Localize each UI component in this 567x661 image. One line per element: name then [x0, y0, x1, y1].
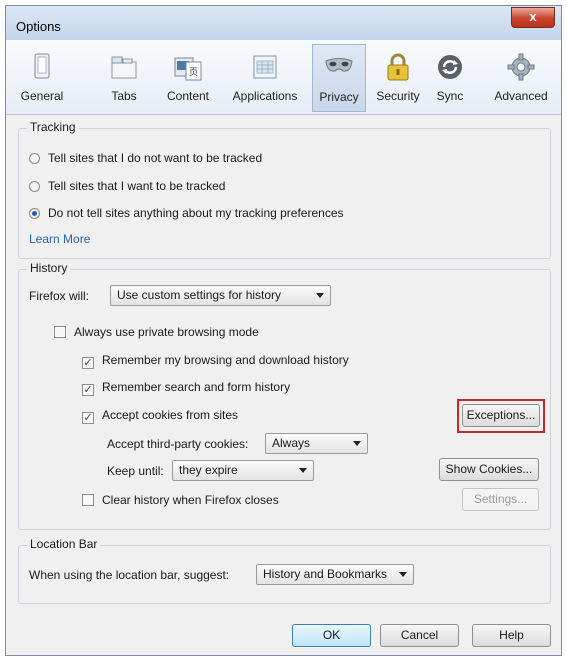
window-title: Options — [16, 19, 61, 34]
chevron-down-icon — [353, 441, 361, 446]
tab-content-label: Content — [166, 89, 210, 103]
chevron-down-icon — [316, 293, 324, 298]
keep-until-value: they expire — [179, 463, 238, 477]
history-group: History Firefox will: Use custom setting… — [18, 261, 551, 530]
radio-button[interactable] — [29, 181, 40, 192]
content-icon: 页 — [174, 57, 202, 81]
privacy-pane: Tracking Tell sites that I do not want t… — [6, 115, 561, 655]
exceptions-button[interactable]: Exceptions... — [462, 404, 540, 427]
learn-more-link[interactable]: Learn More — [29, 232, 90, 246]
remember-browsing-row[interactable]: ✓ Remember my browsing and download histo… — [82, 353, 349, 369]
padlock-icon — [387, 53, 409, 81]
help-button[interactable]: Help — [472, 624, 551, 647]
remember-browsing-label: Remember my browsing and download histor… — [102, 353, 349, 367]
tracking-option-label: Do not tell sites anything about my trac… — [48, 206, 344, 220]
options-dialog: Options x General Tabs 页 Content Applica… — [5, 5, 562, 656]
keep-until-dropdown[interactable]: they expire — [172, 460, 314, 481]
tab-advanced[interactable]: Advanced — [488, 46, 554, 108]
tab-privacy[interactable]: Privacy — [312, 44, 366, 112]
tab-security-label: Security — [376, 89, 420, 103]
tracking-group: Tracking Tell sites that I do not want t… — [18, 120, 551, 259]
tab-sync-label: Sync — [436, 89, 464, 103]
suggest-label: When using the location bar, suggest: — [29, 568, 230, 582]
svg-text:页: 页 — [189, 67, 198, 78]
general-window-icon — [34, 53, 50, 79]
firefox-will-label: Firefox will: — [29, 289, 90, 303]
applications-icon — [253, 55, 277, 79]
tracking-title: Tracking — [27, 120, 79, 134]
remember-search-row[interactable]: ✓ Remember search and form history — [82, 380, 290, 396]
tab-security[interactable]: Security — [372, 46, 424, 108]
tracking-option-label: Tell sites that I want to be tracked — [48, 179, 226, 193]
location-bar-group: Location Bar When using the location bar… — [18, 537, 551, 604]
tab-content[interactable]: 页 Content — [159, 46, 217, 108]
tracking-option-track[interactable]: Tell sites that I want to be tracked — [29, 179, 225, 193]
third-party-label: Accept third-party cookies: — [107, 437, 249, 451]
tab-privacy-label: Privacy — [319, 90, 359, 104]
checkbox[interactable] — [54, 326, 66, 338]
tab-general[interactable]: General — [16, 46, 68, 108]
history-mode-value: Use custom settings for history — [117, 288, 282, 302]
tab-tabs[interactable]: Tabs — [104, 46, 144, 108]
remember-search-label: Remember search and form history — [102, 380, 291, 394]
tracking-option-nothing[interactable]: Do not tell sites anything about my trac… — [29, 206, 344, 220]
suggest-dropdown[interactable]: History and Bookmarks — [256, 564, 414, 585]
checkbox-checked[interactable]: ✓ — [82, 412, 94, 424]
tab-general-label: General — [20, 89, 64, 103]
keep-until-label: Keep until: — [107, 464, 164, 478]
settings-button[interactable]: Settings... — [462, 488, 539, 511]
cancel-button[interactable]: Cancel — [380, 624, 459, 647]
gear-icon — [507, 53, 535, 81]
clear-history-label: Clear history when Firefox closes — [102, 493, 279, 507]
tab-sync[interactable]: Sync — [430, 46, 470, 108]
checkbox-checked[interactable]: ✓ — [82, 384, 94, 396]
chevron-down-icon — [299, 468, 307, 473]
close-button[interactable]: x — [511, 7, 555, 28]
private-mode-label: Always use private browsing mode — [74, 325, 259, 339]
third-party-dropdown[interactable]: Always — [265, 433, 368, 454]
history-title: History — [27, 261, 71, 275]
accept-cookies-row[interactable]: ✓ Accept cookies from sites — [82, 408, 238, 424]
checkbox[interactable] — [82, 494, 94, 506]
clear-history-row[interactable]: Clear history when Firefox closes — [82, 493, 279, 507]
title-bar[interactable]: Options x — [6, 6, 561, 41]
private-mode-checkbox-row[interactable]: Always use private browsing mode — [54, 325, 259, 339]
sync-icon — [438, 55, 462, 79]
history-mode-dropdown[interactable]: Use custom settings for history — [110, 285, 331, 306]
tab-applications-label: Applications — [232, 89, 298, 103]
preferences-toolbar: General Tabs 页 Content Applications Priv… — [6, 40, 561, 115]
tracking-option-label: Tell sites that I do not want to be trac… — [48, 151, 263, 165]
tabs-icon — [111, 56, 137, 79]
radio-button-selected[interactable] — [29, 208, 40, 219]
radio-button[interactable] — [29, 153, 40, 164]
third-party-value: Always — [272, 436, 311, 450]
accept-cookies-label: Accept cookies from sites — [102, 408, 239, 422]
checkbox-checked[interactable]: ✓ — [82, 357, 94, 369]
tab-tabs-label: Tabs — [111, 89, 137, 103]
tracking-option-no-track[interactable]: Tell sites that I do not want to be trac… — [29, 151, 262, 165]
location-bar-title: Location Bar — [27, 537, 101, 551]
tab-applications[interactable]: Applications — [224, 46, 306, 108]
show-cookies-button[interactable]: Show Cookies... — [439, 458, 539, 481]
chevron-down-icon — [399, 572, 407, 577]
suggest-value: History and Bookmarks — [263, 567, 388, 581]
ok-button[interactable]: OK — [292, 624, 371, 647]
privacy-mask-icon — [325, 58, 353, 72]
tab-advanced-label: Advanced — [494, 89, 548, 103]
